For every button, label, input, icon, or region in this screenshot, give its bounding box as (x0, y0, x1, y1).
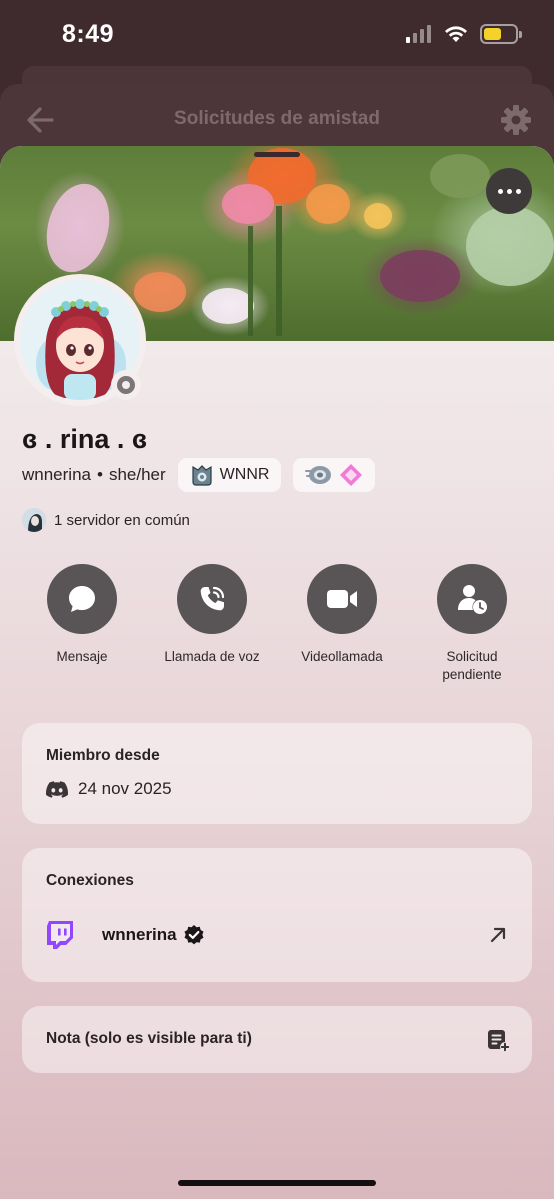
pending-request-label-line2: pendiente (442, 667, 502, 682)
server-tag-pill[interactable]: WNNR (177, 458, 282, 492)
member-since-row: 24 nov 2025 (46, 779, 172, 799)
voice-call-button[interactable] (177, 564, 247, 634)
separator-dot: • (97, 465, 103, 484)
connection-item[interactable]: wnnerina (46, 918, 508, 952)
pronouns: she/her (108, 465, 166, 484)
connection-name: wnnerina (102, 925, 177, 944)
pending-request-action[interactable]: Solicitud pendiente (412, 564, 532, 684)
status-time: 8:49 (62, 20, 115, 48)
status-bar: 8:49 (0, 0, 554, 70)
member-since-card: Miembro desde 24 nov 2025 (22, 723, 532, 824)
verified-check-icon (184, 925, 204, 945)
voice-call-action[interactable]: Llamada de voz (152, 564, 272, 684)
pending-request-button[interactable] (437, 564, 507, 634)
nitro-badge-icon[interactable] (305, 464, 333, 486)
sheet-drag-handle[interactable] (254, 152, 300, 157)
video-call-label: Videollamada (301, 649, 383, 664)
message-bubble-icon (69, 586, 95, 612)
action-buttons: Mensaje Llamada de voz Videollamada Soli… (22, 564, 532, 684)
mutual-servers-label: 1 servidor en común (54, 511, 190, 529)
gear-icon[interactable] (500, 104, 532, 141)
status-indicator (111, 370, 141, 400)
message-button[interactable] (47, 564, 117, 634)
home-indicator (178, 1180, 376, 1186)
video-call-button[interactable] (307, 564, 377, 634)
connections-title: Conexiones (46, 872, 134, 889)
note-title: Nota (solo es visible para ti) (46, 1030, 252, 1047)
avatar[interactable] (14, 274, 146, 406)
username-row: wnnerina • she/her WNNR (22, 458, 376, 492)
message-label: Mensaje (56, 649, 108, 664)
pending-request-label: Solicitud pendiente (442, 648, 501, 684)
battery-icon (480, 24, 522, 44)
boost-badge-icon[interactable] (339, 463, 363, 487)
note-card[interactable]: Nota (solo es visible para ti) (22, 1006, 532, 1073)
message-action[interactable]: Mensaje (22, 564, 142, 684)
discord-logo-icon (46, 780, 68, 798)
external-link-icon[interactable] (488, 925, 508, 945)
display-name: ɞ . rina . ɞ (22, 424, 148, 454)
phone-icon (200, 586, 225, 611)
more-options-button[interactable] (486, 168, 532, 214)
twitch-icon (47, 921, 73, 949)
profile-sheet: ɞ . rina . ɞ wnnerina • she/her WNNR 1 s… (0, 146, 554, 1199)
video-camera-icon (327, 590, 357, 608)
friend-requests-header: Solicitudes de amistad (0, 90, 554, 150)
server-tag-icon (192, 465, 212, 486)
more-dots-icon (497, 188, 503, 194)
mutual-servers[interactable]: 1 servidor en común (22, 508, 190, 532)
voice-call-label: Llamada de voz (164, 649, 260, 664)
status-icons (406, 24, 522, 44)
wifi-icon (445, 26, 467, 42)
connections-card: Conexiones wnnerina (22, 848, 532, 982)
header-title: Solicitudes de amistad (174, 108, 380, 129)
member-since-date: 24 nov 2025 (78, 779, 172, 798)
video-call-action[interactable]: Videollamada (282, 564, 402, 684)
pending-request-label-line1: Solicitud (446, 649, 498, 664)
cellular-signal-icon (406, 25, 431, 43)
username: wnnerina (22, 465, 91, 484)
server-tag-label: WNNR (219, 466, 270, 483)
pending-request-icon (458, 585, 487, 614)
badges-pill[interactable] (293, 458, 376, 492)
server-icon (22, 508, 46, 532)
add-note-icon[interactable] (486, 1028, 510, 1052)
member-since-title: Miembro desde (46, 747, 160, 764)
